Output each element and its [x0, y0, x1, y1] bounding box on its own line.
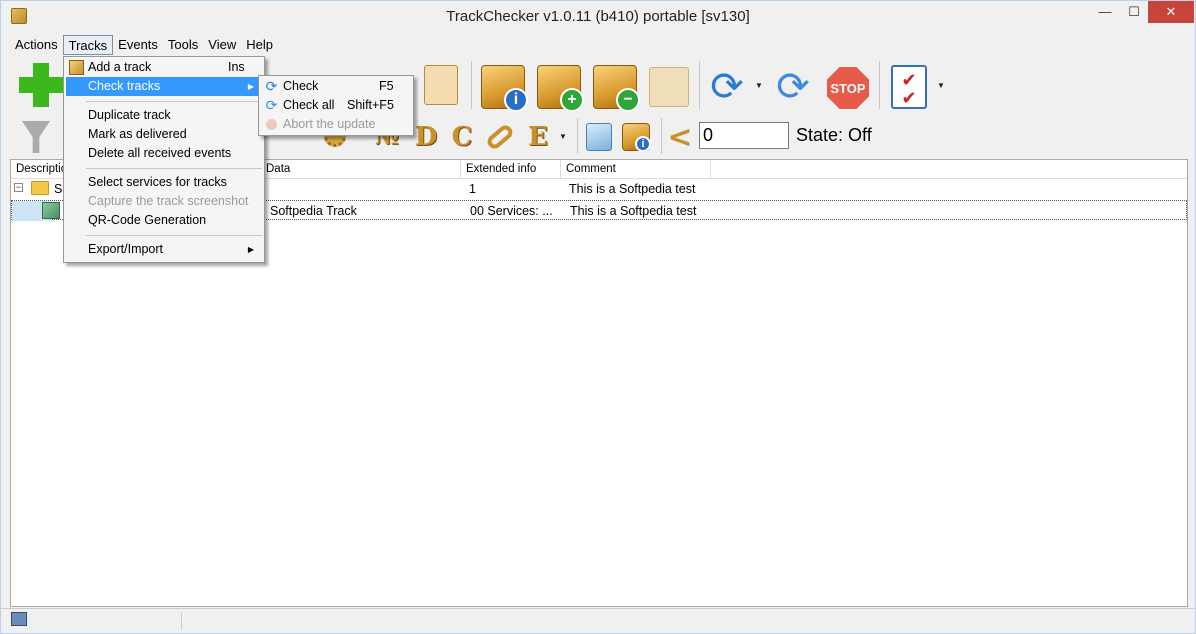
cell-comment: This is a Softpedia test: [570, 204, 697, 218]
less-than-icon[interactable]: <: [665, 120, 695, 155]
box-add-icon[interactable]: +: [535, 63, 584, 112]
menu-item-export-import[interactable]: Export/Import ▶: [66, 240, 262, 259]
maximize-button[interactable]: ☐: [1119, 1, 1149, 23]
menu-item-add-track[interactable]: Add a track Ins: [66, 58, 262, 77]
menu-item-mark-delivered[interactable]: Mark as delivered: [66, 125, 262, 144]
menu-item-qr-code[interactable]: QR-Code Generation: [66, 211, 262, 230]
close-button[interactable]: ✕: [1148, 1, 1194, 23]
clipboard-icon[interactable]: [421, 63, 461, 107]
menu-events[interactable]: Events: [113, 35, 163, 55]
menu-item-capture-screenshot: Capture the track screenshot: [88, 194, 249, 208]
column-header-data[interactable]: Data: [261, 160, 461, 179]
menu-tracks[interactable]: Tracks: [62, 35, 114, 55]
menu-item-duplicate-track[interactable]: Duplicate track: [66, 106, 262, 125]
column-header-extended-info[interactable]: Extended info: [461, 160, 561, 179]
cell-comment: This is a Softpedia test: [569, 182, 696, 196]
refresh-all-icon[interactable]: ⟳: [769, 63, 817, 111]
menu-separator: [86, 235, 262, 236]
cell-data: Softpedia Track: [270, 204, 357, 218]
menu-bar: Actions Tracks Events Tools View Help: [10, 35, 278, 55]
column-header-comment[interactable]: Comment: [561, 160, 711, 179]
box-info-small-icon[interactable]: i: [619, 120, 653, 154]
menu-actions[interactable]: Actions: [10, 35, 63, 55]
box-icon: [69, 60, 84, 75]
counter-input[interactable]: 0: [699, 122, 789, 149]
refresh-icon: ⟳: [265, 78, 278, 94]
menu-separator: [86, 168, 262, 169]
minimize-button[interactable]: —: [1090, 1, 1120, 23]
checklist-dropdown-arrow[interactable]: ▼: [935, 79, 947, 91]
letter-d-icon[interactable]: D: [411, 120, 441, 154]
folder-icon: [31, 181, 49, 195]
menu-help[interactable]: Help: [241, 35, 278, 55]
state-label: State: Off: [796, 125, 872, 145]
status-separator: [181, 612, 182, 630]
menu-item-check[interactable]: ⟳ Check F5: [261, 77, 411, 96]
menu-item-check-all[interactable]: ⟳ Check all Shift+F5: [261, 96, 411, 115]
box-remove-icon[interactable]: −: [591, 63, 640, 112]
letter-e-dropdown-arrow[interactable]: ▼: [557, 130, 569, 142]
link-icon[interactable]: [483, 120, 517, 154]
window-title: TrackChecker v1.0.11 (b410) portable [sv…: [446, 8, 750, 25]
submenu-arrow-icon: ▶: [247, 82, 254, 91]
menu-view[interactable]: View: [203, 35, 241, 55]
menu-item-abort-update: Abort the update: [261, 115, 411, 134]
collapse-icon[interactable]: −: [14, 183, 23, 192]
toolbar-separator: [471, 61, 472, 109]
letter-c-icon[interactable]: C: [447, 120, 477, 154]
title-bar: TrackChecker v1.0.11 (b410) portable [sv…: [1, 1, 1195, 32]
box-info-icon[interactable]: i: [479, 63, 528, 112]
status-bar: [1, 608, 1195, 633]
toolbar-separator: [879, 61, 880, 109]
package-icon: [42, 202, 60, 219]
tracks-dropdown-menu: Add a track Ins Check tracks ▶ Duplicate…: [63, 56, 265, 263]
menu-separator: [86, 101, 262, 102]
letter-e-icon[interactable]: E: [523, 120, 553, 154]
stop-icon[interactable]: STOP: [825, 65, 871, 111]
network-icon: [11, 612, 27, 626]
checklist-icon[interactable]: ✔ ✔: [889, 63, 929, 111]
app-window: TrackChecker v1.0.11 (b410) portable [sv…: [0, 0, 1196, 634]
cell-extended-info: 00 Services: ...: [470, 204, 553, 218]
check-tracks-submenu: ⟳ Check F5 ⟳ Check all Shift+F5 Abort th…: [258, 75, 414, 136]
add-icon[interactable]: [19, 63, 63, 107]
submenu-arrow-icon: ▶: [247, 245, 254, 254]
toolbar-separator: [577, 118, 578, 154]
box-blue-icon[interactable]: [583, 120, 615, 154]
stop-icon: [266, 119, 277, 130]
menu-item-select-services[interactable]: Select services for tracks: [66, 173, 262, 192]
filter-icon[interactable]: [21, 120, 51, 154]
menu-item-check-tracks[interactable]: Check tracks ▶: [66, 77, 262, 96]
cell-extended-info: 1: [469, 182, 476, 196]
menu-item-delete-events[interactable]: Delete all received events: [66, 144, 262, 163]
refresh-dropdown-arrow[interactable]: ▼: [753, 79, 765, 91]
refresh-icon[interactable]: ⟳: [703, 63, 751, 111]
refresh-all-icon: ⟳: [265, 97, 278, 113]
toolbar-separator: [699, 61, 700, 109]
toolbar-separator: [661, 118, 662, 154]
boxes-check-icon[interactable]: [645, 63, 693, 111]
menu-tools[interactable]: Tools: [163, 35, 203, 55]
